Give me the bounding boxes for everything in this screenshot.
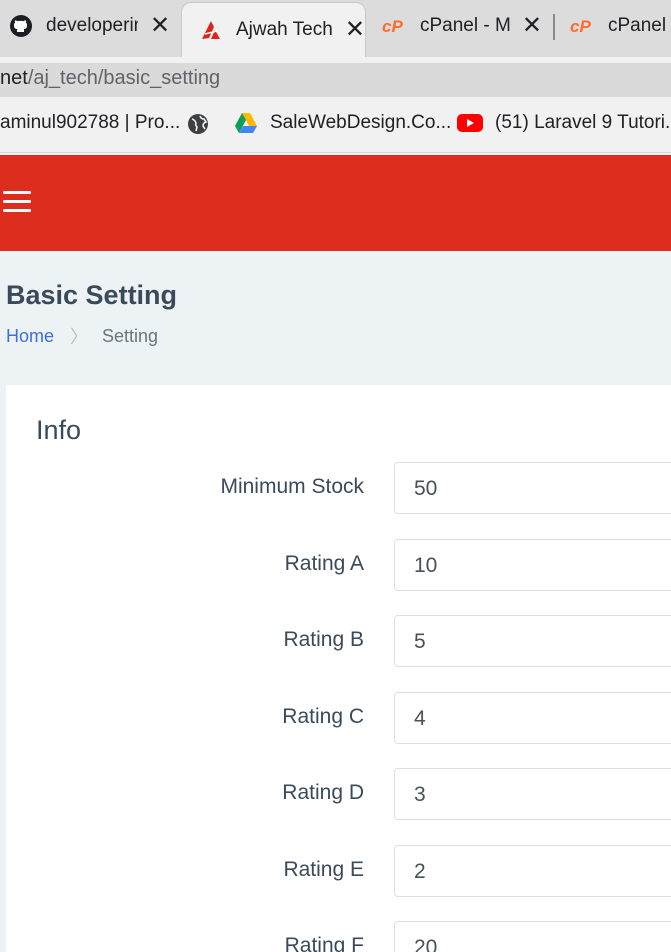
cpanel-icon: cP	[382, 13, 408, 39]
close-icon[interactable]: ✕	[522, 14, 542, 38]
form-row-minimum-stock: Minimum Stock 50	[6, 462, 671, 514]
tab-developerin[interactable]: developerin ✕	[8, 0, 178, 52]
app-header	[0, 155, 671, 251]
cpanel-icon: cP	[570, 13, 596, 39]
tab-title: developerin	[46, 15, 138, 36]
bookmark-label: aminul902788 | Pro...	[0, 112, 181, 133]
ajwah-logo-icon	[198, 17, 224, 43]
hamburger-menu-icon[interactable]	[3, 191, 31, 213]
field-label: Rating C	[282, 705, 364, 728]
tab-ajwah-tech[interactable]: Ajwah Tech ✕	[181, 2, 366, 57]
close-icon[interactable]: ✕	[150, 14, 170, 38]
svg-text:cP: cP	[382, 17, 403, 36]
tab-cpanel-f[interactable]: cP cPanel F	[570, 0, 671, 52]
field-label: Rating E	[283, 858, 364, 881]
field-label: Rating B	[283, 628, 364, 651]
bookmarks-bar: aminul902788 | Pro... SaleWebDesign.Co..…	[0, 100, 671, 153]
svg-text:cP: cP	[570, 17, 591, 36]
bookmark-globe[interactable]	[186, 112, 222, 136]
tab-separator	[553, 14, 555, 40]
tab-title: cPanel - Ma	[420, 15, 510, 36]
youtube-icon	[457, 114, 483, 132]
close-icon[interactable]: ✕	[345, 18, 365, 42]
browser-tab-strip: developerin ✕ Ajwah Tech ✕ cP cPanel - M…	[0, 0, 671, 57]
url-path: /aj_tech/basic_setting	[27, 67, 221, 89]
rating-e-input[interactable]: 2	[394, 845, 671, 897]
form-row-rating-e: Rating E 2	[6, 845, 671, 897]
card-title: Info	[36, 415, 82, 445]
field-label: Minimum Stock	[220, 475, 364, 498]
google-drive-icon	[234, 112, 258, 134]
github-icon	[8, 13, 34, 39]
breadcrumb: Home 〉 Setting	[6, 323, 158, 349]
form-row-rating-d: Rating D 3	[6, 768, 671, 820]
form-row-rating-a: Rating A 10	[6, 539, 671, 591]
rating-b-input[interactable]: 5	[394, 615, 671, 667]
form-row-rating-f: Rating F 20	[6, 921, 671, 952]
form-row-rating-c: Rating C 4	[6, 692, 671, 744]
tab-cpanel-ma[interactable]: cP cPanel - Ma ✕	[382, 0, 542, 52]
rating-f-input[interactable]: 20	[394, 921, 671, 952]
info-card: Info Minimum Stock 50 Rating A 10 Rating…	[6, 385, 671, 952]
bookmark-laravel[interactable]: (51) Laravel 9 Tutori...	[457, 112, 671, 134]
rating-a-input[interactable]: 10	[394, 539, 671, 591]
tab-title: cPanel F	[608, 15, 671, 36]
url-field[interactable]: net/aj_tech/basic_setting	[0, 63, 671, 97]
tab-title: Ajwah Tech	[236, 19, 333, 40]
bookmark-aminul[interactable]: aminul902788 | Pro...	[0, 112, 180, 134]
field-label: Rating F	[284, 934, 364, 952]
bookmark-salewebdesign[interactable]: SaleWebDesign.Co...	[234, 112, 451, 134]
breadcrumb-current: Setting	[102, 325, 159, 346]
form-row-rating-b: Rating B 5	[6, 615, 671, 667]
breadcrumb-home-link[interactable]: Home	[6, 326, 54, 347]
minimum-stock-input[interactable]: 50	[394, 462, 671, 514]
address-bar: net/aj_tech/basic_setting	[0, 57, 671, 100]
rating-d-input[interactable]: 3	[394, 768, 671, 820]
field-label: Rating A	[284, 552, 364, 575]
bookmark-label: (51) Laravel 9 Tutori...	[495, 112, 671, 133]
field-label: Rating D	[282, 781, 364, 804]
rating-c-input[interactable]: 4	[394, 692, 671, 744]
chevron-right-icon: 〉	[70, 327, 89, 347]
url-host: net	[0, 67, 28, 89]
bookmark-label: SaleWebDesign.Co...	[270, 112, 452, 133]
globe-icon	[186, 112, 210, 136]
page-title: Basic Setting	[6, 280, 178, 310]
